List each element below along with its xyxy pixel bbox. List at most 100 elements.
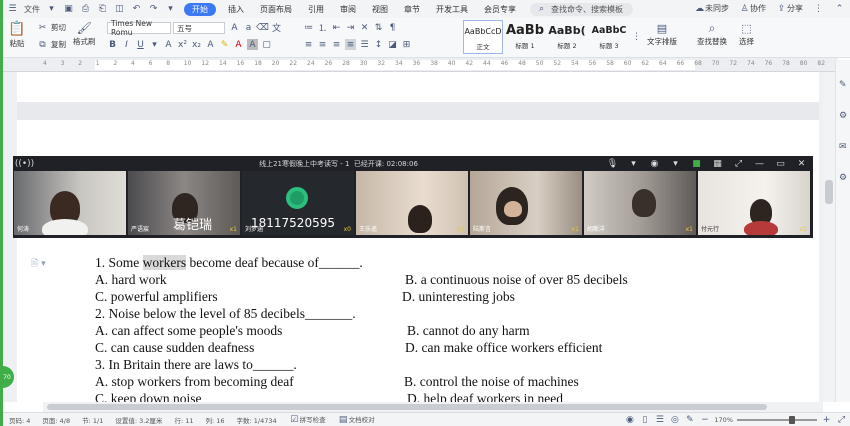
distributed-icon[interactable]: ☰ — [359, 39, 370, 50]
tab-member[interactable]: 会员专享 — [476, 4, 524, 15]
vertical-scroll-thumb[interactable] — [825, 180, 833, 204]
show-marks-icon[interactable]: ¶ — [387, 22, 398, 33]
horizontal-ruler[interactable]: 4 3 2 1 2 4 6 8 10 12 14 16 18 20 22 24 26 28 30 32 34 36 38 40… — [3, 58, 838, 72]
tab-view[interactable]: 视图 — [364, 4, 396, 15]
strikethrough-icon[interactable]: A — [163, 39, 174, 50]
subscript-icon[interactable]: x₂ — [191, 39, 202, 50]
align-left-icon[interactable]: ≡ — [303, 39, 314, 50]
superscript-icon[interactable]: x² — [177, 39, 188, 50]
zoom-out-icon[interactable]: − — [699, 414, 710, 425]
page-view-icon[interactable]: ▯ — [639, 414, 650, 425]
clear-format-icon[interactable]: ⌫ — [256, 22, 269, 33]
export-icon[interactable]: ⎙ — [80, 4, 91, 15]
align-right-icon[interactable]: ≡ — [331, 39, 342, 50]
adjust-icon[interactable]: ⚙ — [839, 111, 850, 122]
copy-button[interactable]: ⧉ 复制 — [37, 39, 66, 50]
style-heading-3[interactable]: AaBbC 标题 3 — [589, 20, 629, 54]
phonetic-icon[interactable]: 文 — [271, 22, 282, 34]
indent-icon[interactable]: ⇥ — [345, 22, 356, 33]
hamburger-icon[interactable]: ☰ — [7, 4, 18, 15]
text-layout-button[interactable]: ▤ 文字排版 — [647, 21, 677, 47]
zoom-level[interactable]: 170% — [714, 416, 733, 424]
tab-references[interactable]: 引用 — [300, 4, 332, 15]
horizontal-scrollbar[interactable] — [43, 402, 823, 412]
close-icon[interactable]: ✕ — [796, 158, 807, 169]
shrink-font-icon[interactable]: a — [243, 22, 254, 33]
web-view-icon[interactable]: ◎ — [669, 414, 680, 425]
tab-home[interactable]: 开始 — [184, 2, 216, 16]
participant-tile[interactable]: 何涛 — [14, 171, 126, 235]
select-button[interactable]: ⬚ 选择 — [739, 21, 754, 47]
share-button[interactable]: ⇪ 分享 — [776, 3, 803, 15]
status-word-count[interactable]: 字数: 1/4734 — [231, 415, 283, 425]
chevron-down-icon[interactable]: ▾ — [46, 4, 57, 15]
align-center-icon[interactable]: ≡ — [317, 39, 328, 50]
edit-view-icon[interactable]: ✎ — [684, 414, 695, 425]
grow-font-icon[interactable]: A — [229, 22, 240, 33]
cut-button[interactable]: ✂ 剪切 — [37, 22, 66, 33]
camera-icon[interactable]: ◉ — [649, 158, 660, 169]
doc-check-button[interactable]: ▤文档校对 — [332, 414, 381, 426]
find-replace-button[interactable]: ⌕ 查找替换 — [697, 21, 727, 47]
highlight-icon[interactable]: ✎ — [219, 39, 230, 50]
chevron-down-icon[interactable]: ▾ — [149, 39, 160, 50]
horizontal-scroll-thumb[interactable] — [47, 404, 767, 410]
format-painter-button[interactable]: 🖌 格式刷 — [73, 21, 96, 47]
spell-check-toggle[interactable]: ☑拼写检查 — [283, 414, 332, 426]
bullet-list-icon[interactable]: ≔ — [303, 22, 314, 33]
style-heading-1[interactable]: AaBb 标题 1 — [505, 20, 545, 54]
restore-icon[interactable]: ▭ — [775, 158, 786, 169]
print-icon[interactable]: ⎗ — [97, 4, 108, 15]
chinese-layout-icon[interactable]: ✕ — [359, 22, 370, 33]
sync-status[interactable]: ☁未同步 — [694, 3, 729, 15]
char-border-icon[interactable]: ▢ — [261, 39, 272, 50]
chevron-down-icon[interactable]: ▾ — [165, 4, 176, 15]
chevron-down-icon[interactable]: ▾ — [628, 158, 639, 169]
tab-page-layout[interactable]: 页面布局 — [252, 4, 300, 15]
style-heading-2[interactable]: AaBb( 标题 2 — [547, 20, 587, 54]
participant-tile[interactable]: 胡斯洋 x1 — [584, 171, 696, 235]
sort-icon[interactable]: ⇅ — [373, 22, 384, 33]
style-more-icon[interactable]: ⋮ — [631, 20, 642, 54]
minimize-icon[interactable]: — — [754, 158, 765, 169]
pencil-icon[interactable]: ✎ — [839, 80, 850, 91]
justify-icon[interactable]: ≡ — [345, 39, 356, 50]
grid-view-icon[interactable]: ▦ — [712, 158, 723, 169]
status-pages[interactable]: 页面: 4/8 — [36, 415, 76, 425]
save-icon[interactable]: ▣ — [63, 4, 74, 15]
microphone-icon[interactable]: 🎙 — [607, 158, 618, 169]
char-shading-icon[interactable]: A — [247, 39, 258, 50]
live-icon[interactable]: ■ — [691, 158, 702, 169]
collab-button[interactable]: ♙协作 — [739, 3, 766, 15]
zoom-in-icon[interactable]: + — [821, 414, 832, 425]
tab-chapter[interactable]: 章节 — [396, 4, 428, 15]
comment-icon[interactable]: ✉ — [839, 142, 850, 153]
number-list-icon[interactable]: ⒈ — [317, 22, 328, 34]
outline-view-icon[interactable]: ☰ — [654, 414, 665, 425]
command-search[interactable]: ⌕ 查找命令、搜索模板 — [530, 2, 633, 16]
outdent-icon[interactable]: ⇤ — [331, 22, 342, 33]
chevron-up-icon[interactable]: ⌃ — [834, 3, 845, 14]
preview-icon[interactable]: ◫ — [114, 4, 125, 15]
underline-icon[interactable]: U — [135, 39, 146, 50]
chevron-down-icon[interactable]: ▾ — [670, 158, 681, 169]
eye-icon[interactable]: ◉ — [624, 414, 635, 425]
shading-icon[interactable]: ◪ — [387, 39, 398, 50]
fullscreen-icon[interactable]: ⤢ — [733, 158, 744, 169]
italic-icon[interactable]: I — [121, 39, 132, 50]
more-icon[interactable]: ⋮ — [813, 3, 824, 14]
participant-tile[interactable]: 王乐遥 x1 — [356, 171, 468, 235]
tab-developer[interactable]: 开发工具 — [428, 4, 476, 15]
style-normal[interactable]: AaBbCcD 正文 — [463, 20, 503, 54]
paste-button[interactable]: 📋 粘贴 — [8, 21, 25, 49]
participant-tile[interactable]: 陆斯言 x1 — [470, 171, 582, 235]
border-icon[interactable]: ⊞ — [401, 39, 412, 50]
tab-review[interactable]: 审阅 — [332, 4, 364, 15]
redo-icon[interactable]: ↷ — [148, 4, 159, 15]
vertical-scrollbar[interactable] — [823, 72, 835, 402]
settings-icon[interactable]: ⚙ — [839, 173, 850, 184]
text-effect-icon[interactable]: A — [205, 39, 216, 50]
zoom-slider-knob[interactable] — [789, 415, 795, 424]
file-menu[interactable]: 文件 — [24, 4, 40, 15]
zoom-slider[interactable] — [737, 415, 817, 424]
